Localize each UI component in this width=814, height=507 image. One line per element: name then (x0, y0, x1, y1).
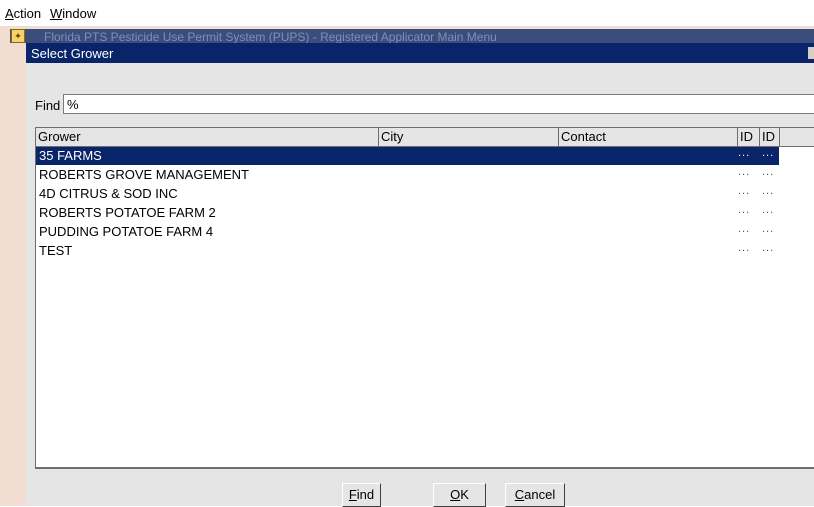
dialog-titlebar[interactable]: Select Grower (26, 43, 814, 63)
table-row[interactable]: PUDDING POTATOE FARM 4 ... ... (36, 223, 779, 241)
menu-window-accel: W (50, 6, 63, 21)
ok-button-accel: O (450, 487, 461, 502)
grower-cell: 4D CITRUS & SOD INC (39, 186, 178, 201)
grower-cell: ROBERTS POTATOE FARM 2 (39, 205, 216, 220)
menu-window[interactable]: Window (50, 6, 96, 21)
table-row[interactable]: ROBERTS GROVE MANAGEMENT ... ... (36, 166, 779, 184)
menu-bar: Action Window (0, 0, 814, 26)
background-window-titlebar: ✦ Florida PTS Pesticide Use Permit Syste… (10, 29, 814, 43)
menu-action-accel: A (5, 6, 14, 21)
cancel-button-label: ancel (524, 487, 556, 502)
menu-action[interactable]: Action (5, 6, 41, 21)
find-button-label: ind (356, 487, 375, 502)
column-header-grower[interactable]: Grower (36, 128, 379, 146)
id-cell: ... (738, 147, 751, 159)
ok-button[interactable]: OK (433, 483, 486, 507)
find-input[interactable] (63, 94, 814, 114)
table-row[interactable]: 35 FARMS ... ... (36, 147, 779, 165)
grower-cell: 35 FARMS (39, 148, 102, 163)
app-icon: ✦ (11, 29, 25, 43)
column-header-contact[interactable]: Contact (559, 128, 738, 146)
background-window-title: Florida PTS Pesticide Use Permit System … (44, 30, 497, 43)
id-cell: ... (762, 223, 775, 235)
menu-window-label: indow (62, 6, 97, 21)
id-cell: ... (762, 204, 775, 216)
id-cell: ... (762, 166, 775, 178)
table-row[interactable]: ROBERTS POTATOE FARM 2 ... ... (36, 204, 779, 222)
cancel-button-accel: C (514, 487, 525, 502)
find-button[interactable]: Find (342, 483, 381, 507)
grower-cell: PUDDING POTATOE FARM 4 (39, 224, 214, 239)
find-button-accel: F (348, 487, 357, 502)
dialog-title: Select Grower (31, 46, 114, 61)
id-cell: ... (762, 147, 775, 159)
id-cell: ... (738, 223, 751, 235)
select-grower-dialog: Select Grower Find Grower City Contact I… (26, 43, 814, 507)
grower-cell: TEST (39, 243, 73, 258)
column-header-city[interactable]: City (379, 128, 559, 146)
id-cell: ... (762, 185, 775, 197)
find-label: Find (35, 98, 61, 113)
ok-button-label: K (460, 487, 469, 502)
grid-header: Grower City Contact ID ID (36, 128, 814, 147)
cancel-button[interactable]: Cancel (505, 483, 565, 507)
table-row[interactable]: 4D CITRUS & SOD INC ... ... (36, 185, 779, 203)
menu-action-label: ction (13, 6, 42, 21)
grower-list[interactable]: Grower City Contact ID ID 35 FARMS ... .… (35, 127, 814, 469)
id-cell: ... (738, 185, 751, 197)
table-row[interactable]: TEST ... ... (36, 242, 779, 260)
id-cell: ... (762, 242, 775, 254)
id-cell: ... (738, 242, 751, 254)
id-cell: ... (738, 166, 751, 178)
id-cell: ... (738, 204, 751, 216)
grower-cell: ROBERTS GROVE MANAGEMENT (39, 167, 249, 182)
close-icon[interactable] (808, 47, 814, 59)
